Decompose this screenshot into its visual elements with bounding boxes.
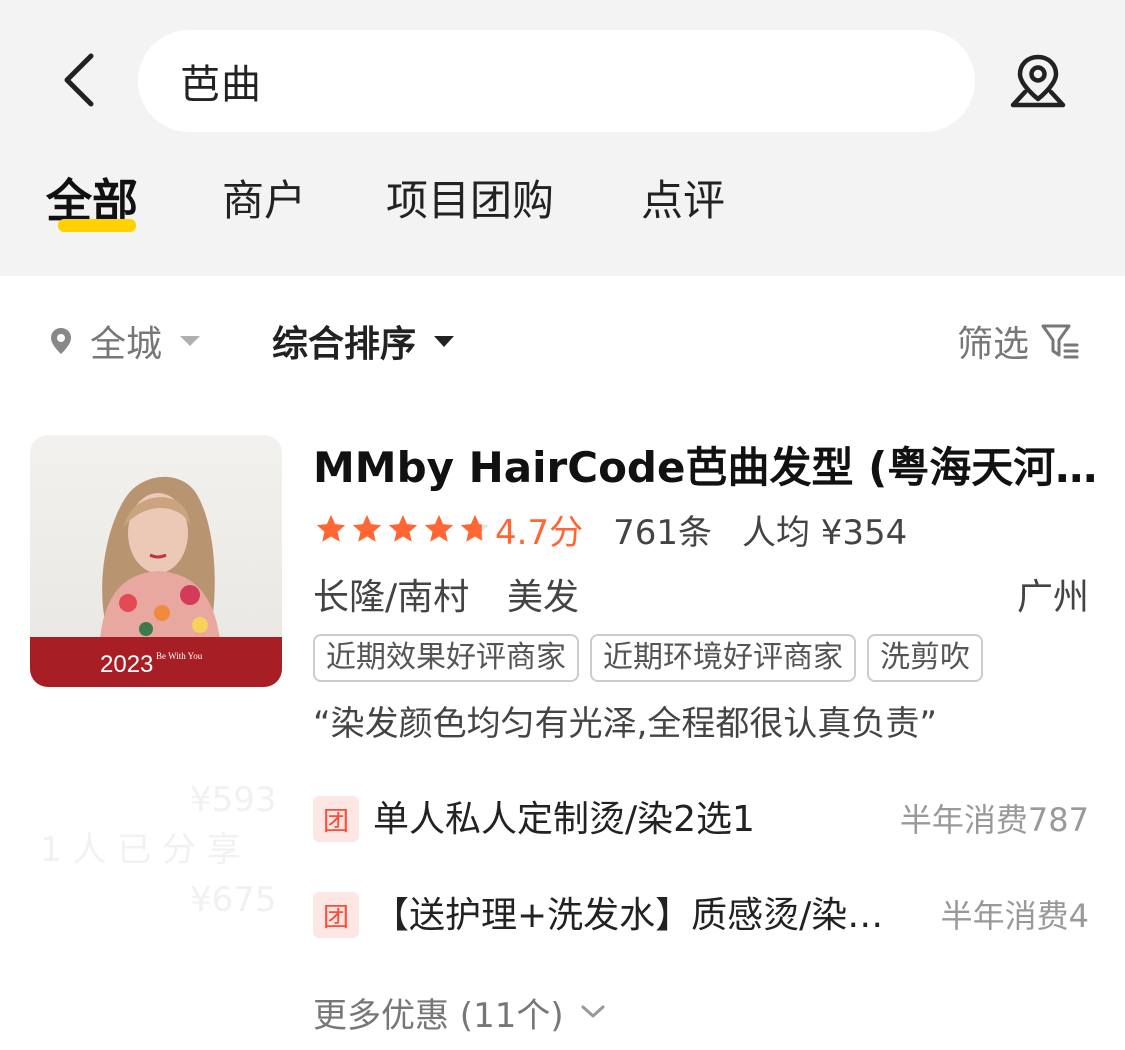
more-deals-button[interactable]: 更多优惠 (11个) xyxy=(313,988,606,1036)
deal-item[interactable]: 团 单人私人定制烫/染2选1 半年消费787 xyxy=(313,796,1089,844)
tab-merchants[interactable]: 商户 xyxy=(222,168,306,238)
background-faint-text: 1 人 已 分 享 xyxy=(40,830,241,870)
rating-score: 4.7分 xyxy=(495,512,584,553)
rating-row: 4.7分 761条 人均 ¥354 xyxy=(313,506,908,553)
filter-label: 筛选 xyxy=(957,324,1030,365)
star-half-icon xyxy=(460,514,490,542)
active-tab-indicator xyxy=(58,219,136,232)
caret-down-icon xyxy=(180,336,201,346)
tab-bar: 全部 商户 项目团购 点评 xyxy=(0,168,1125,238)
map-button[interactable] xyxy=(1000,46,1076,116)
search-input[interactable]: 芭曲 xyxy=(138,30,975,132)
thumbnail-banner xyxy=(30,637,282,687)
city-filter[interactable]: 全城 xyxy=(48,316,201,366)
header: 芭曲 全部 商户 项目团购 点评 xyxy=(0,0,1125,276)
tag-badge: 近期效果好评商家 xyxy=(313,634,579,682)
shop-thumbnail[interactable]: 2023 Be With You xyxy=(30,435,282,687)
tag-badge: 洗剪吹 xyxy=(867,634,983,682)
deal-sales: 半年消费4 xyxy=(940,897,1089,935)
caret-down-icon xyxy=(434,335,455,347)
filter-button[interactable]: 筛选 xyxy=(957,316,1081,366)
filter-icon xyxy=(1041,324,1079,359)
star-icon xyxy=(388,514,418,542)
search-query: 芭曲 xyxy=(180,62,262,108)
chevron-down-icon xyxy=(581,1005,605,1018)
tag-list: 近期效果好评商家 近期环境好评商家 洗剪吹 xyxy=(313,634,994,682)
star-icon xyxy=(352,514,382,542)
chevron-left-icon xyxy=(64,53,94,107)
location-dot-icon xyxy=(51,328,71,354)
map-pin-icon xyxy=(1010,54,1066,108)
thumbnail-year: 2023 xyxy=(100,651,154,678)
thumbnail-caption: Be With You xyxy=(156,651,203,661)
deal-item[interactable]: 团 【送护理+洗发水】质感烫/染… 半年消费4 xyxy=(313,892,1089,940)
group-deal-icon: 团 xyxy=(313,796,359,842)
shop-area: 长隆/南村 xyxy=(313,577,470,618)
star-icon xyxy=(316,514,346,542)
tab-reviews[interactable]: 点评 xyxy=(641,168,725,238)
more-deals-label: 更多优惠 (11个) xyxy=(313,995,564,1036)
star-icon xyxy=(424,514,454,542)
filter-bar: 全城 综合排序 筛选 xyxy=(0,276,1125,406)
deal-title: 单人私人定制烫/染2选1 xyxy=(373,799,755,840)
shop-title[interactable]: MMby HairCode芭曲发型 (粤海天河… xyxy=(313,440,1103,496)
review-quote: “染发颜色均匀有光泽,全程都很认真负责” xyxy=(313,704,938,744)
background-faint-text: ¥675 xyxy=(190,880,277,920)
background-faint-text: ¥593 xyxy=(190,780,277,820)
tag-badge: 近期环境好评商家 xyxy=(590,634,856,682)
shop-city: 广州 xyxy=(1016,577,1089,618)
tab-group-deals[interactable]: 项目团购 xyxy=(386,168,554,238)
sort-filter[interactable]: 综合排序 xyxy=(272,316,455,366)
deal-title: 【送护理+洗发水】质感烫/染… xyxy=(373,895,884,936)
review-count: 761条 xyxy=(613,512,712,553)
star-rating xyxy=(313,512,493,546)
group-deal-icon: 团 xyxy=(313,892,359,938)
average-price: 人均 ¥354 xyxy=(741,512,908,553)
deal-sales: 半年消费787 xyxy=(899,801,1089,839)
shop-category: 美发 xyxy=(507,577,580,618)
location-row: 长隆/南村 美发 广州 xyxy=(313,568,1089,618)
back-button[interactable] xyxy=(52,48,104,112)
sort-filter-label: 综合排序 xyxy=(272,324,417,365)
city-filter-label: 全城 xyxy=(90,324,163,365)
